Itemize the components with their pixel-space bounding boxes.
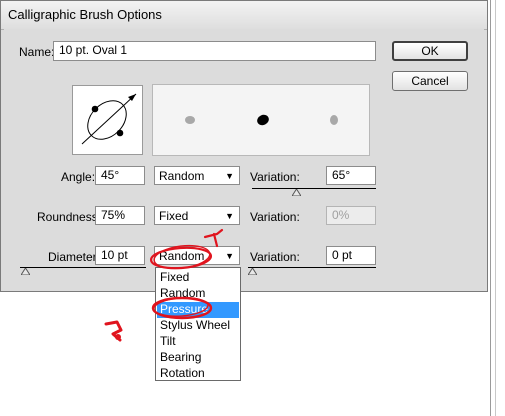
diameter-variation-label: Variation: [250,250,300,264]
roundness-field-value: 75% [101,208,126,222]
diameter-label: Diameter: [48,250,101,264]
slider-thumb-icon[interactable] [248,268,257,275]
dialog-title: Calligraphic Brush Options [8,7,162,22]
cancel-button-label: Cancel [411,74,449,88]
angle-field-value: 45° [101,168,120,182]
slider-thumb-icon[interactable] [21,268,30,275]
brush-shape-preview[interactable] [72,85,143,155]
angle-variation-field[interactable]: 65° [326,166,376,185]
angle-variation-slider-track[interactable] [252,188,376,189]
diameter-field-value: 10 pt [101,248,128,262]
diameter-variation-field[interactable]: 0 pt [326,246,376,265]
name-label: Name: [19,45,55,59]
angle-label: Angle: [61,170,96,184]
roundness-variation-label: Variation: [250,210,300,224]
max-tip-preview [330,115,338,125]
diameter-slider-track[interactable] [20,267,146,268]
ok-button[interactable]: OK [392,41,468,61]
diameter-mode-select[interactable]: Random ▼ [154,246,240,265]
slider-thumb-icon[interactable] [292,189,301,196]
name-field-value: 10 pt. Oval 1 [59,43,128,57]
dropdown-option-rotation[interactable]: Rotation [157,366,239,382]
roundness-label: Roundness: [37,210,102,224]
dropdown-option-stylus-wheel[interactable]: Stylus Wheel [157,318,239,334]
brush-shape-icon [81,93,137,145]
dropdown-option-fixed[interactable]: Fixed [157,270,239,286]
dropdown-arrow-icon: ▼ [225,211,234,221]
name-field[interactable]: 10 pt. Oval 1 [53,41,376,61]
roundness-variation-value: 0% [332,208,350,222]
roundness-mode-value: Fixed [159,209,189,223]
dropdown-arrow-icon: ▼ [225,171,234,181]
dropdown-option-bearing[interactable]: Bearing [157,350,239,366]
diameter-variation-value: 0 pt [332,248,353,262]
brush-tip-preview [152,84,370,156]
angle-variation-value: 65° [332,168,351,182]
roundness-field[interactable]: 75% [95,206,145,225]
diameter-field[interactable]: 10 pt [95,246,145,265]
diameter-mode-value: Random [159,249,205,263]
dropdown-arrow-icon: ▼ [225,251,234,261]
cancel-button[interactable]: Cancel [392,71,468,91]
roundness-mode-select[interactable]: Fixed ▼ [154,206,240,225]
min-tip-preview [185,116,195,124]
background-window-edge [490,0,505,416]
dropdown-option-random[interactable]: Random [157,286,239,302]
ok-button-label: OK [421,44,439,58]
angle-mode-select[interactable]: Random ▼ [154,166,240,185]
title-bar[interactable]: Calligraphic Brush Options [1,1,487,30]
angle-field[interactable]: 45° [95,166,145,185]
diameter-variation-slider-track[interactable] [248,267,376,268]
background-window-line [495,0,496,416]
dropdown-option-tilt[interactable]: Tilt [157,334,239,350]
roundness-variation-field: 0% [326,206,376,225]
current-tip-preview [255,112,271,128]
dropdown-option-pressure[interactable]: Pressure [157,302,239,318]
diameter-mode-dropdown-list: Fixed Random Pressure Stylus Wheel Tilt … [155,267,241,381]
angle-variation-label: Variation: [250,170,300,184]
angle-mode-value: Random [159,169,205,183]
